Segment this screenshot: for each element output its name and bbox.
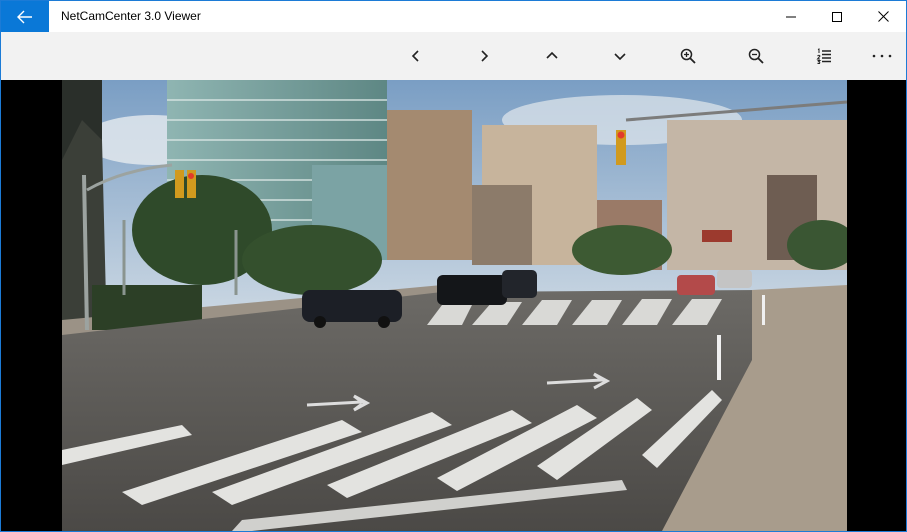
next-button[interactable] xyxy=(464,32,504,80)
command-bar xyxy=(1,32,906,80)
chevron-down-icon xyxy=(614,53,626,61)
camera-feed-image xyxy=(62,80,847,531)
window-title: NetCamCenter 3.0 Viewer xyxy=(61,9,201,23)
close-icon xyxy=(877,11,889,22)
minimize-button[interactable] xyxy=(768,1,814,32)
chevron-left-icon xyxy=(411,50,419,62)
arrow-left-icon xyxy=(17,10,32,23)
zoom-in-icon xyxy=(680,48,696,64)
maximize-button[interactable] xyxy=(814,1,860,32)
more-icon xyxy=(872,54,892,58)
list-button[interactable] xyxy=(804,32,844,80)
image-viewport[interactable] xyxy=(1,80,906,531)
maximize-icon xyxy=(832,11,842,22)
minimize-icon xyxy=(786,16,796,17)
down-button[interactable] xyxy=(600,32,640,80)
app-window: NetCamCenter 3.0 Viewer xyxy=(0,0,907,532)
chevron-up-icon xyxy=(546,51,558,59)
close-button[interactable] xyxy=(860,1,906,32)
zoom-out-button[interactable] xyxy=(736,32,776,80)
title-bar: NetCamCenter 3.0 Viewer xyxy=(1,1,906,32)
up-button[interactable] xyxy=(532,32,572,80)
numbered-list-icon xyxy=(816,48,831,64)
zoom-out-icon xyxy=(748,48,764,64)
chevron-right-icon xyxy=(481,50,489,62)
previous-button[interactable] xyxy=(396,32,436,80)
more-button[interactable] xyxy=(862,32,902,80)
back-button[interactable] xyxy=(1,1,49,32)
zoom-in-button[interactable] xyxy=(668,32,708,80)
